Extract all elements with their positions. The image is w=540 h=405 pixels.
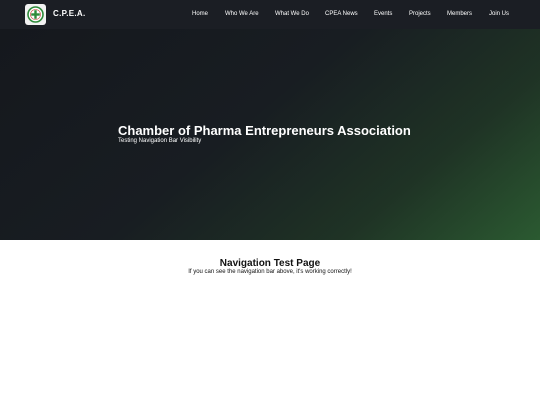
- page-description: If you can see the navigation bar above,…: [188, 269, 352, 275]
- nav-link-home[interactable]: Home: [192, 11, 208, 17]
- nav-link-events[interactable]: Events: [374, 11, 392, 17]
- nav-link-members[interactable]: Members: [447, 11, 472, 17]
- nav-link-cpea-news[interactable]: CPEA News: [325, 11, 358, 17]
- navbar: C.P.E.A. Home Who We Are What We Do CPEA…: [0, 0, 540, 29]
- nav-link-join-us[interactable]: Join Us: [489, 11, 509, 17]
- hero-subtitle: Testing Navigation Bar Visibility: [118, 138, 202, 144]
- hero-title: Chamber of Pharma Entrepreneurs Associat…: [118, 123, 411, 138]
- nav-link-what-we-do[interactable]: What We Do: [275, 11, 309, 17]
- nav-link-who-we-are[interactable]: Who We Are: [225, 11, 259, 17]
- page-title: Navigation Test Page: [219, 258, 321, 269]
- nav-menu: Home Who We Are What We Do CPEA News Eve…: [0, 11, 540, 21]
- nav-link-projects[interactable]: Projects: [409, 11, 431, 17]
